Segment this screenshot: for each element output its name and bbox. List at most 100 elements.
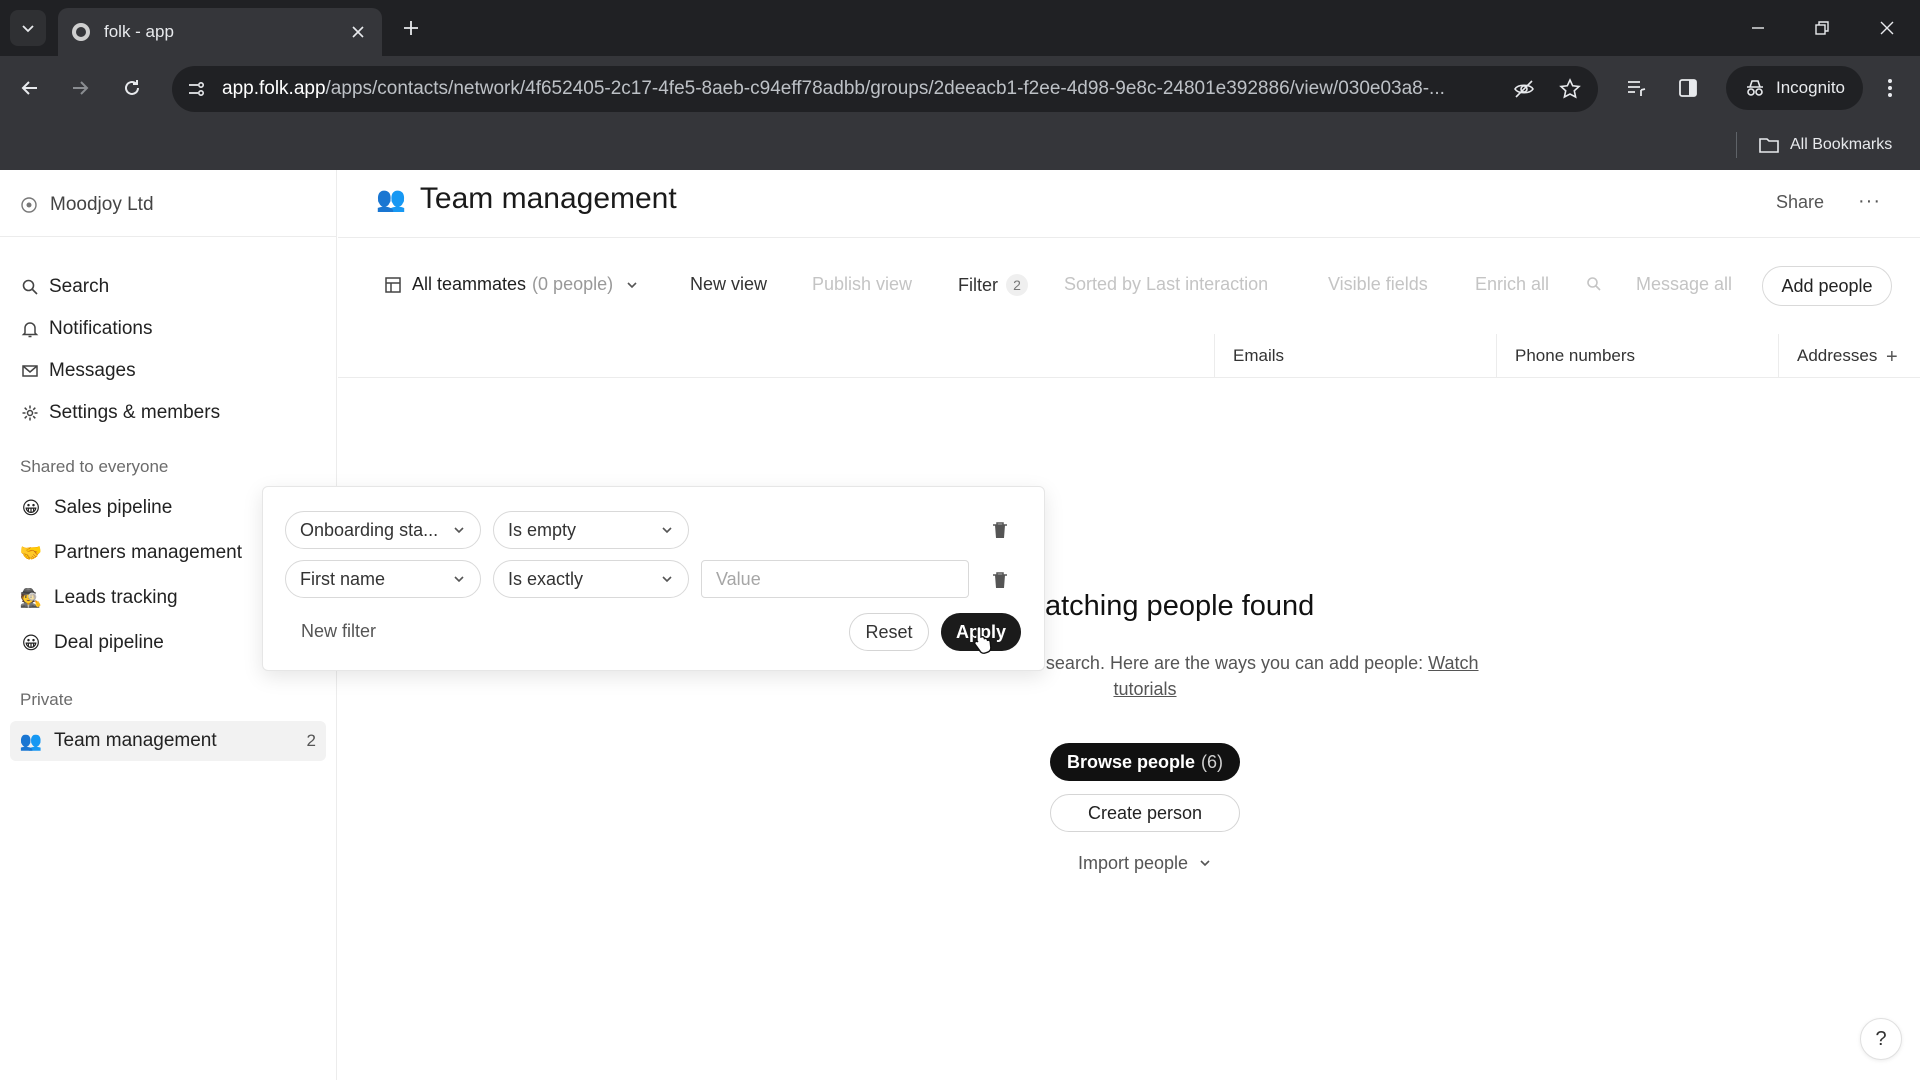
tab-search-button[interactable] bbox=[10, 10, 46, 46]
publish-view-button[interactable]: Publish view bbox=[812, 274, 912, 295]
gear-icon bbox=[20, 403, 40, 423]
detective-icon: 🕵 bbox=[19, 587, 43, 608]
minimize-button[interactable] bbox=[1742, 12, 1774, 44]
people-icon: 👥 bbox=[19, 730, 43, 751]
group-label: Leads tracking bbox=[54, 587, 178, 608]
grinning-face-icon: 😀 bbox=[21, 632, 41, 653]
tracking-eye-button[interactable] bbox=[1510, 75, 1538, 103]
group-label: Deal pipeline bbox=[54, 632, 164, 653]
star-icon bbox=[1559, 78, 1581, 99]
more-options-button[interactable]: ··· bbox=[1858, 190, 1881, 213]
filter-field-value: Onboarding sta... bbox=[300, 519, 439, 540]
restore-button[interactable] bbox=[1806, 12, 1838, 44]
sidebar-item-messages[interactable]: Messages bbox=[20, 356, 136, 386]
sidebar-item-settings[interactable]: Settings & members bbox=[20, 398, 220, 428]
browser-chrome: folk - app app.folk.app/apps/contacts/ne… bbox=[0, 0, 1920, 170]
chevron-down-icon bbox=[662, 527, 672, 534]
filter-operator-value: Is empty bbox=[508, 519, 577, 540]
chevron-down-icon bbox=[662, 576, 672, 583]
trash-icon bbox=[993, 522, 1007, 538]
view-name: All teammates bbox=[412, 274, 527, 294]
back-button[interactable] bbox=[12, 70, 48, 106]
incognito-badge[interactable]: Incognito bbox=[1726, 66, 1863, 110]
column-header-phone-numbers[interactable]: Phone numbers bbox=[1496, 334, 1778, 378]
sidebar-item-label: Settings & members bbox=[49, 402, 221, 423]
import-people-label: Import people bbox=[1077, 852, 1189, 873]
new-tab-button[interactable] bbox=[397, 14, 425, 42]
page-header: 👥 Team management Share ··· bbox=[338, 170, 1920, 238]
reset-button[interactable]: Reset bbox=[849, 613, 929, 651]
sort-button[interactable]: Sorted by Last interaction bbox=[1064, 274, 1268, 295]
sidebar-group-team-management[interactable]: 👥 Team management 2 bbox=[10, 721, 326, 761]
all-bookmarks-button[interactable]: All Bookmarks bbox=[1758, 130, 1892, 160]
filter-value-input[interactable] bbox=[701, 560, 969, 598]
visible-fields-button[interactable]: Visible fields bbox=[1328, 274, 1428, 295]
bookmark-star-button[interactable] bbox=[1556, 75, 1584, 103]
trash-icon bbox=[993, 572, 1007, 588]
browse-people-button[interactable]: Browse people (6) bbox=[1050, 743, 1240, 781]
close-window-button[interactable] bbox=[1871, 12, 1903, 44]
chevron-down-icon bbox=[454, 527, 464, 534]
browse-people-label: Browse people bbox=[1066, 751, 1196, 772]
add-column-button[interactable]: + bbox=[1886, 346, 1898, 369]
filter-field-select[interactable]: First name bbox=[285, 560, 481, 598]
sidebar-item-label: Messages bbox=[49, 360, 136, 381]
help-button[interactable]: ? bbox=[1860, 1018, 1902, 1060]
mail-icon bbox=[20, 361, 40, 381]
workspace-switcher[interactable]: Moodjoy Ltd bbox=[20, 194, 154, 216]
filter-label: Filter bbox=[958, 274, 998, 295]
folk-app: Moodjoy Ltd Search Notifications Message… bbox=[0, 170, 1920, 1080]
table-header: Emails Phone numbers Addresses + bbox=[338, 334, 1920, 378]
browser-tab[interactable]: folk - app bbox=[58, 8, 382, 56]
hand-pointer-cursor-icon bbox=[973, 625, 992, 654]
shared-section-heading: Shared to everyone bbox=[20, 457, 169, 476]
share-button[interactable]: Share bbox=[1776, 192, 1824, 213]
group-count: 2 bbox=[306, 731, 316, 750]
sidebar-item-notifications[interactable]: Notifications bbox=[20, 314, 153, 344]
filter-field-select[interactable]: Onboarding sta... bbox=[285, 511, 481, 549]
tab-close-button[interactable] bbox=[348, 22, 368, 42]
browser-menu-button[interactable] bbox=[1874, 72, 1906, 104]
workspace-icon bbox=[21, 197, 37, 213]
group-label: Team management bbox=[54, 730, 217, 751]
forward-button[interactable] bbox=[62, 70, 98, 106]
filter-count-badge: 2 bbox=[1006, 274, 1028, 296]
chevron-down-icon bbox=[22, 25, 34, 33]
add-people-button[interactable]: Add people bbox=[1762, 266, 1892, 306]
handshake-icon: 🤝 bbox=[19, 542, 43, 563]
delete-filter-button[interactable] bbox=[989, 519, 1011, 541]
tab-strip: folk - app bbox=[0, 0, 1920, 56]
column-header-emails[interactable]: Emails bbox=[1214, 334, 1496, 378]
filter-button[interactable]: Filter 2 bbox=[958, 274, 1028, 296]
url-text: app.folk.app/apps/contacts/network/4f652… bbox=[222, 78, 1492, 100]
chevron-down-icon bbox=[627, 281, 637, 288]
enrich-all-button[interactable]: Enrich all bbox=[1475, 274, 1549, 295]
address-bar[interactable]: app.folk.app/apps/contacts/network/4f652… bbox=[172, 66, 1598, 112]
import-people-button[interactable]: Import people bbox=[1050, 846, 1240, 880]
reload-button[interactable] bbox=[114, 70, 150, 106]
incognito-label: Incognito bbox=[1776, 78, 1845, 97]
view-selector[interactable]: All teammates (0 people) bbox=[384, 274, 639, 295]
table-search-button[interactable] bbox=[1586, 276, 1602, 292]
delete-filter-button[interactable] bbox=[989, 569, 1011, 591]
side-panel-icon bbox=[1679, 79, 1697, 97]
new-filter-button[interactable]: New filter bbox=[301, 621, 376, 642]
media-controls-button[interactable] bbox=[1620, 72, 1652, 104]
kebab-menu-icon bbox=[1888, 79, 1892, 97]
create-person-button[interactable]: Create person bbox=[1050, 794, 1240, 832]
column-header-addresses[interactable]: Addresses bbox=[1778, 334, 1878, 378]
side-panel-button[interactable] bbox=[1672, 72, 1704, 104]
filter-operator-select[interactable]: Is exactly bbox=[493, 560, 689, 598]
reload-icon bbox=[125, 80, 139, 95]
chevron-down-icon bbox=[1200, 860, 1210, 867]
browser-toolbar: app.folk.app/apps/contacts/network/4f652… bbox=[0, 56, 1920, 120]
sidebar-item-search[interactable]: Search bbox=[20, 272, 109, 302]
filter-operator-select[interactable]: Is empty bbox=[493, 511, 689, 549]
group-label: Sales pipeline bbox=[54, 497, 173, 518]
eye-off-icon bbox=[1514, 80, 1534, 98]
arrow-left-icon bbox=[21, 81, 37, 95]
bell-icon bbox=[20, 319, 40, 339]
new-view-button[interactable]: New view bbox=[690, 274, 767, 295]
private-section-heading: Private bbox=[20, 690, 73, 709]
message-all-button[interactable]: Message all bbox=[1636, 274, 1732, 295]
